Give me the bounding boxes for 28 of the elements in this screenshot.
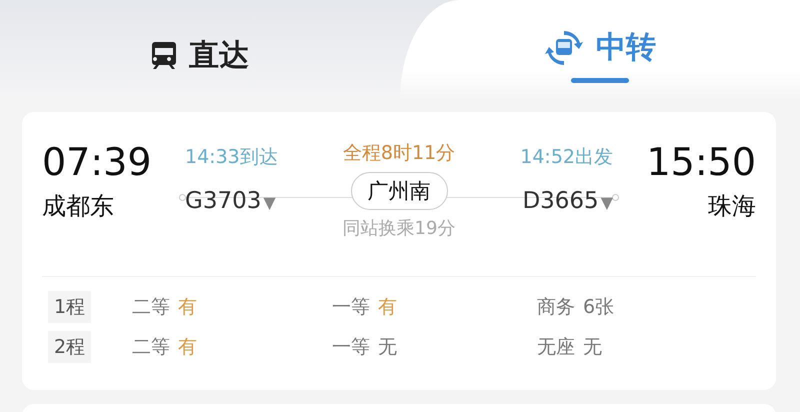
seat-availability: 有: [178, 335, 197, 360]
arrival-time: 14:33到达: [185, 145, 278, 170]
train-number[interactable]: G3703▼: [185, 188, 278, 214]
seat-class: 一等: [332, 295, 370, 320]
departure-time: 07:39: [42, 140, 153, 184]
departure-time: 14:52出发: [520, 145, 613, 170]
tab[interactable]: 直达: [0, 0, 400, 100]
transfer-station: 广州南: [350, 172, 448, 210]
seat-class: 无座: [537, 335, 575, 360]
seat-class: 二等: [132, 335, 170, 360]
train-number[interactable]: D3665▼: [522, 188, 613, 214]
arrival-station: 珠海: [708, 191, 756, 222]
seat-availability: 无: [378, 335, 397, 360]
seat-class: 二等: [132, 295, 170, 320]
seat-availability: 有: [178, 295, 197, 320]
train-icon: [151, 40, 177, 70]
seat-class: 商务: [537, 295, 575, 320]
arrival-time: 15:50: [646, 140, 756, 184]
seat-availability: 无: [583, 335, 602, 360]
tab-indicator: [571, 78, 629, 83]
seat-availability: 有: [378, 295, 397, 320]
leg-badge: 1程: [48, 291, 92, 323]
transfer-note: 同站换乘19分: [342, 217, 456, 240]
departure-station: 成都东: [42, 191, 115, 222]
seat-availability: 6张: [583, 295, 614, 320]
total-duration: 全程8时11分: [342, 141, 456, 166]
leg-badge: 2程: [48, 331, 92, 363]
seat-class: 一等: [332, 335, 370, 360]
